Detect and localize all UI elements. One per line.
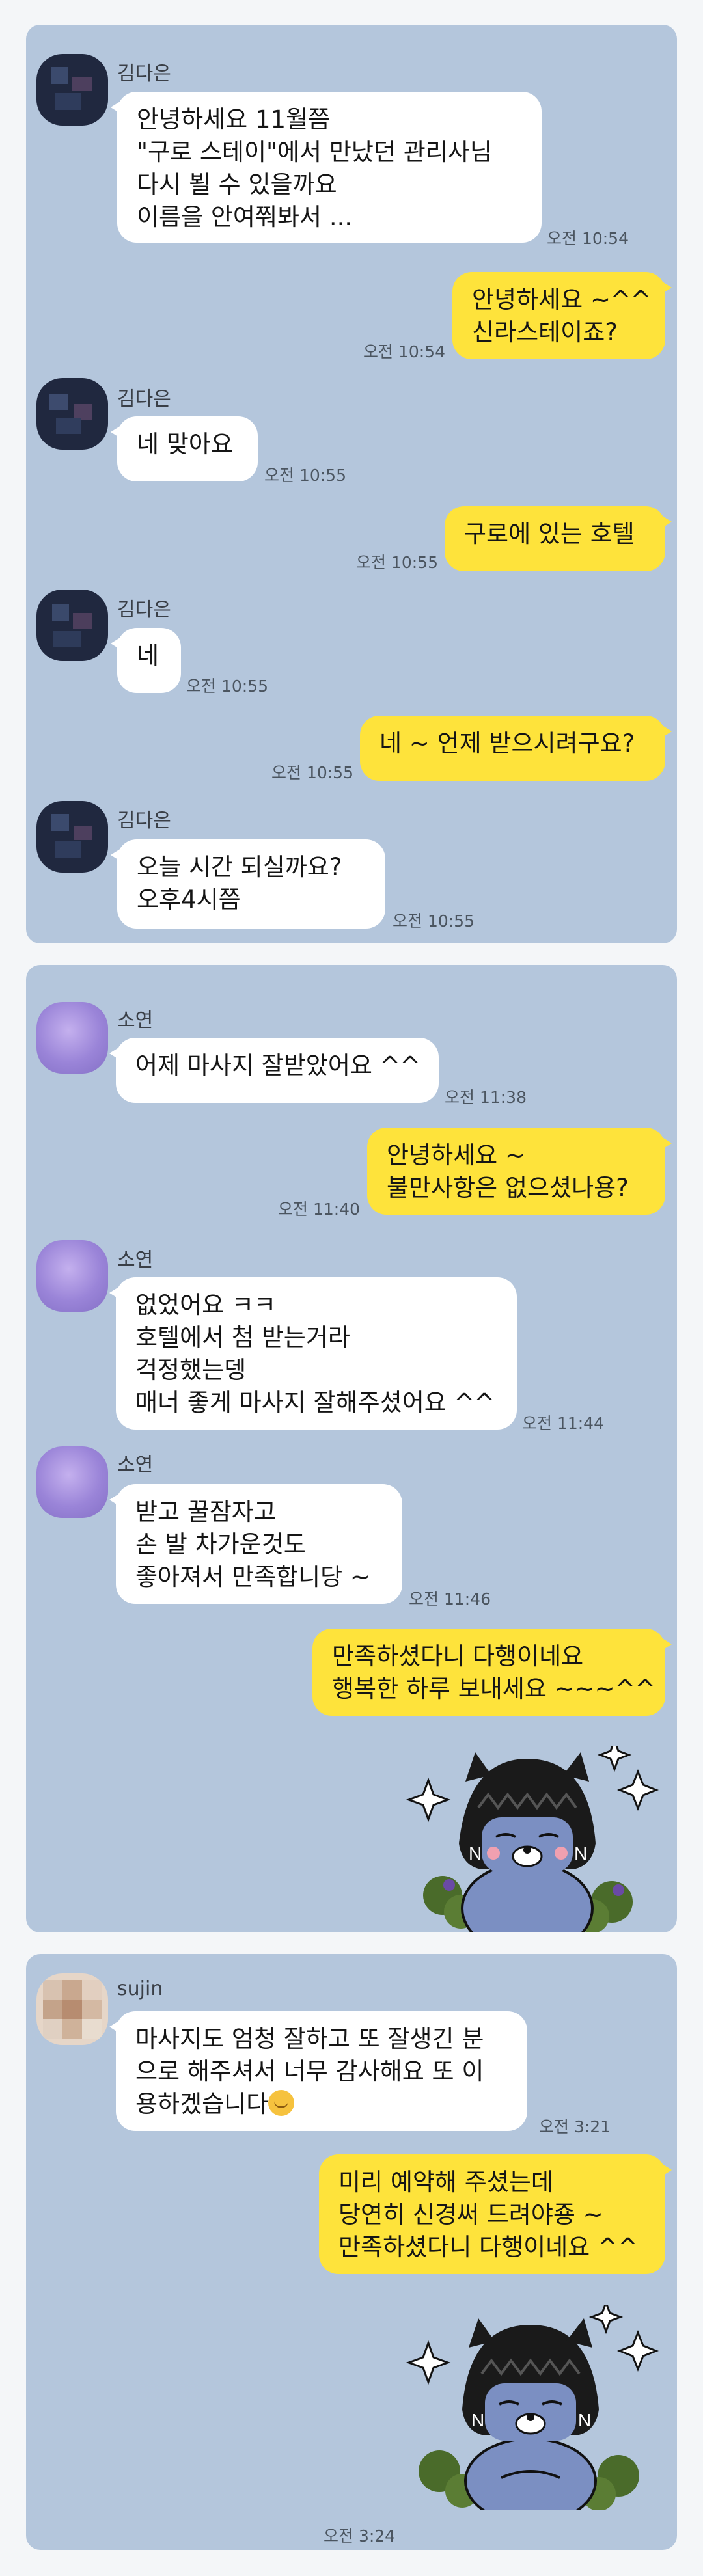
sender-name: 소연 [117,1454,154,1476]
message-line: 네 ~ 언제 받으시려구요? [379,729,635,757]
chat-screenshot-1: 김다은 안녕하세요 11월쯤 "구로 스테이"에서 만났던 관리사님 다시 뵐 … [26,25,677,943]
message-line: 만족하셨다니 다행이네요 ^^ [338,2233,638,2261]
sender-avatar[interactable] [36,1446,108,1518]
smiling-emoji-icon [268,2090,295,2116]
message-timestamp: 오전 10:55 [271,763,353,782]
message-line: 오늘 시간 되실까요? [137,853,342,881]
message-timestamp: 오전 10:54 [363,342,445,361]
sender-avatar[interactable] [36,1240,108,1312]
outgoing-message-bubble: 안녕하세요 ~^^ 신라스테이죠? [452,272,672,359]
message-line: 만족하셨다니 다행이네요 [332,1642,584,1670]
message-line: 좋아져서 만족합니당 ~ [135,1563,370,1591]
sender-avatar[interactable] [36,1002,108,1074]
sender-avatar[interactable] [36,1973,108,2045]
outgoing-message-bubble: 미리 예약해 주셨는데 당연히 신경써 드려야죵 ~ 만족하셨다니 다행이네요 … [319,2154,672,2274]
message-timestamp: 오전 10:55 [186,677,268,696]
sender-name: 김다은 [117,809,171,832]
outgoing-message-bubble: 네 ~ 언제 받으시려구요? [360,716,672,781]
sender-name: 김다은 [117,62,171,85]
sender-name: 소연 [117,1009,154,1032]
message-timestamp: 오전 10:54 [547,229,629,248]
incoming-message-bubble: 받고 꿀잠자고 손 발 차가운것도 좋아져서 만족합니당 ~ [109,1484,402,1604]
message-line: 행복한 하루 보내세요 ~~~^^ [332,1675,655,1703]
sender-avatar[interactable] [36,378,108,450]
incoming-message-bubble: 오늘 시간 되실까요? 오후4시쯤 [111,839,385,929]
message-timestamp: 오전 10:55 [264,466,346,485]
message-line: 안녕하세요 ~^^ [472,286,651,314]
message-line: 이름을 안여쭤봐서 ... [137,203,353,231]
character-sticker-icon[interactable]: N N [404,1737,670,1932]
message-line: 호텔에서 첨 받는거라 [135,1323,350,1351]
sender-avatar[interactable] [36,590,108,661]
message-line: 다시 뵐 수 있을까요 [137,170,337,198]
message-line: 받고 꿀잠자고 [135,1498,277,1526]
message-line: 안녕하세요 11월쯤 [137,105,331,133]
incoming-message-bubble: 마사지도 엄청 잘하고 또 잘생긴 분 으로 해주셔서 너무 감사해요 또 이 … [109,2011,527,2131]
message-timestamp: 오전 11:38 [445,1088,527,1107]
message-line: "구로 스테이"에서 만났던 관리사님 [137,138,492,166]
message-line: 네 [137,642,159,670]
chat-screenshot-3: sujin 마사지도 엄청 잘하고 또 잘생긴 분 으로 해주셔서 너무 감사해… [26,1954,677,2550]
message-line: 매너 좋게 마사지 잘해주셨어요 ^^ [135,1389,495,1417]
message-line: 손 발 차가운것도 [135,1530,306,1558]
sender-name: sujin [117,1977,163,2000]
message-line: 오후4시쯤 [137,886,241,914]
message-timestamp: 오전 11:44 [522,1414,604,1433]
message-timestamp: 오전 11:40 [278,1200,360,1219]
message-line: 구로에 있는 호텔 [464,520,635,548]
message-line: 불만사항은 없으셨나용? [387,1174,629,1202]
message-timestamp: 오전 3:21 [539,2117,611,2136]
outgoing-message-bubble: 안녕하세요 ~ 불만사항은 없으셨나용? [367,1128,672,1215]
message-line: 미리 예약해 주셨는데 [338,2168,553,2196]
sender-name: 소연 [117,1249,154,1271]
character-sticker-icon[interactable]: N N [404,2299,670,2525]
outgoing-message-bubble: 만족하셨다니 다행이네요 행복한 하루 보내세요 ~~~^^ [312,1629,672,1716]
message-timestamp: 오전 11:46 [409,1590,491,1608]
message-line: 마사지도 엄청 잘하고 또 잘생긴 분 [135,2025,484,2053]
sender-avatar[interactable] [36,801,108,873]
sender-avatar[interactable] [36,54,108,126]
sender-name: 김다은 [117,599,171,621]
outgoing-message-bubble: 구로에 있는 호텔 [445,506,672,571]
message-line: 신라스테이죠? [472,318,618,346]
incoming-message-bubble: 어제 마사지 잘받았어요 ^^ [109,1038,439,1103]
message-line: 걱정했는뎅 [135,1356,247,1384]
message-line: 안녕하세요 ~ [387,1141,525,1169]
svg-text:N: N [574,1843,587,1864]
message-line: 어제 마사지 잘받았어요 ^^ [135,1051,420,1079]
sender-name: 김다은 [117,388,171,411]
message-timestamp: 오전 10:55 [393,912,475,930]
svg-text:N: N [469,1843,482,1864]
message-line: 없었어요 ㅋㅋ [135,1291,277,1319]
incoming-message-bubble: 네 맞아요 [111,416,258,481]
message-timestamp: 오전 10:55 [356,553,438,572]
message-line: 으로 해주셔서 너무 감사해요 또 이 [135,2057,484,2085]
chat-screenshot-2: 소연 어제 마사지 잘받았어요 ^^ 오전 11:38 안녕하세요 ~ 불만사항… [26,965,677,1932]
message-timestamp: 오전 3:24 [324,2527,396,2545]
message-line: 당연히 신경써 드려야죵 ~ [338,2201,603,2229]
message-line: 네 맞아요 [137,430,233,458]
message-line: 용하겠습니다 [135,2090,269,2118]
incoming-message-bubble: 없었어요 ㅋㅋ 호텔에서 첨 받는거라 걱정했는뎅 매너 좋게 마사지 잘해주셨… [109,1277,517,1430]
svg-text:N: N [578,2410,591,2430]
incoming-message-bubble: 안녕하세요 11월쯤 "구로 스테이"에서 만났던 관리사님 다시 뵐 수 있을… [111,92,542,243]
incoming-message-bubble: 네 [111,628,181,693]
svg-text:N: N [471,2410,484,2430]
